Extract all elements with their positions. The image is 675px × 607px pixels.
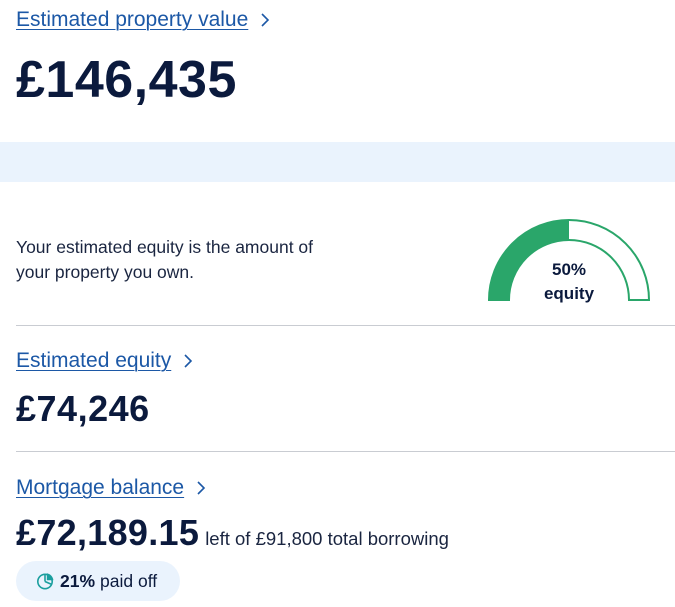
divider bbox=[16, 325, 675, 326]
estimated-equity-link-label[interactable]: Estimated equity bbox=[16, 349, 171, 373]
mortgage-balance-amount: £72,189.15 bbox=[16, 512, 200, 553]
chevron-right-icon bbox=[196, 480, 206, 496]
property-value-link[interactable]: Estimated property value bbox=[16, 8, 270, 32]
chevron-right-icon bbox=[260, 12, 270, 28]
mortgage-total-borrowing: left of £91,800 total borrowing bbox=[205, 528, 449, 549]
mortgage-balance-link[interactable]: Mortgage balance bbox=[16, 476, 206, 500]
estimated-equity-amount: £74,246 bbox=[16, 388, 150, 429]
paid-off-percent: 21% bbox=[60, 570, 96, 591]
equity-explainer-text: Your estimated equity is the amount of y… bbox=[16, 237, 314, 282]
gauge-label: 50% equity bbox=[488, 258, 650, 306]
mortgage-balance-line: £72,189.15 left of £91,800 total borrowi… bbox=[16, 512, 449, 554]
divider bbox=[16, 451, 675, 452]
paid-off-badge: 21% paid off bbox=[16, 561, 180, 601]
property-value-amount: £146,435 bbox=[16, 51, 237, 109]
equity-gauge: 50% equity bbox=[487, 218, 651, 303]
property-value-link-label[interactable]: Estimated property value bbox=[16, 8, 248, 32]
chevron-right-icon bbox=[183, 353, 193, 369]
paid-off-label: paid off bbox=[100, 570, 158, 591]
estimated-equity-link[interactable]: Estimated equity bbox=[16, 349, 193, 373]
pie-chart-icon bbox=[36, 572, 54, 590]
section-separator-band bbox=[0, 142, 675, 182]
mortgage-balance-link-label[interactable]: Mortgage balance bbox=[16, 476, 184, 500]
gauge-percent: 50% bbox=[551, 260, 587, 279]
gauge-caption: equity bbox=[543, 284, 595, 303]
